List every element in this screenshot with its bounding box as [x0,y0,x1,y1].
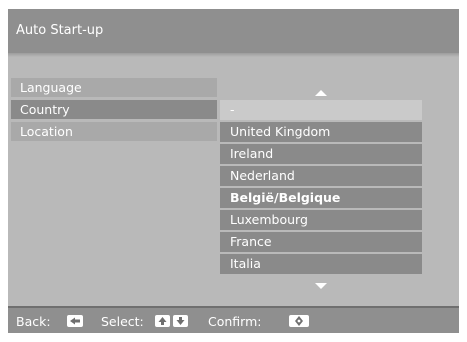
scroll-down-arrow-icon[interactable] [315,283,327,289]
country-item-none[interactable]: - [220,100,422,120]
page-title: Auto Start-up [16,23,104,38]
country-item-france[interactable]: France [220,232,422,252]
confirm-hint-label: Confirm: [208,314,262,329]
auto-startup-screen: Auto Start-up Language Country Location … [8,9,459,333]
scroll-up-arrow-icon[interactable] [315,90,327,96]
up-arrow-icon [155,315,170,327]
menu-item-language[interactable]: Language [11,78,217,97]
country-item-nederland[interactable]: Nederland [220,166,422,186]
menu-item-location[interactable]: Location [11,122,217,141]
country-item-ireland[interactable]: Ireland [220,144,422,164]
title-bar-shadow [8,53,459,57]
country-item-luxembourg[interactable]: Luxembourg [220,210,422,230]
select-hint-label: Select: [101,314,144,329]
button-hint-bar: Back: Select: Confirm: [8,306,459,333]
country-item-united-kingdom[interactable]: United Kingdom [220,122,422,142]
down-arrow-icon [173,315,188,327]
country-item-italia[interactable]: Italia [220,254,422,274]
back-hint-label: Back: [16,314,51,329]
confirm-icon [289,315,309,327]
menu-item-country[interactable]: Country [11,100,217,119]
back-arrow-icon [67,315,83,327]
title-bar: Auto Start-up [8,9,459,53]
country-item-belgie-belgique[interactable]: België/Belgique [220,188,422,208]
